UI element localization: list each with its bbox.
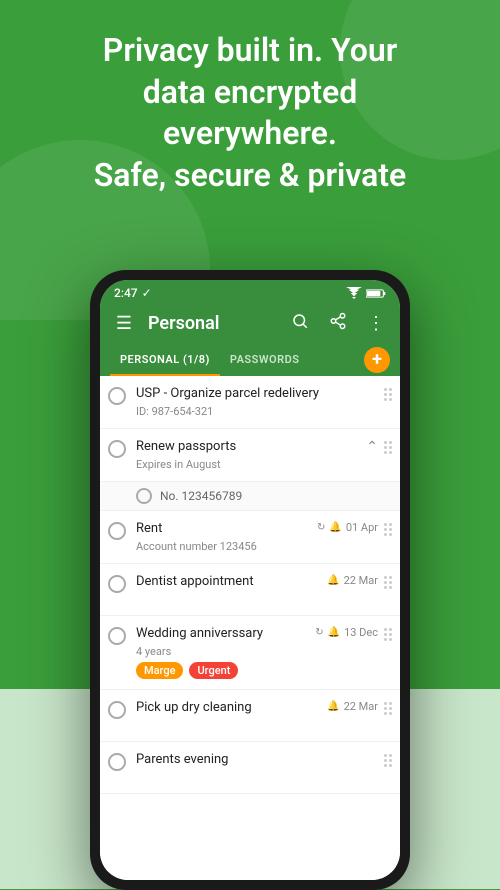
bell-icon: 🔔 <box>327 575 339 586</box>
check-icon: ✓ <box>142 286 152 300</box>
bell-icon: 🔔 <box>329 522 341 533</box>
checkbox[interactable] <box>108 753 126 771</box>
item-subtitle: Expires in August <box>136 458 366 471</box>
status-time: 2:47 ✓ <box>114 286 152 300</box>
item-meta: ↻ 🔔 01 Apr <box>317 521 378 534</box>
task-list: USP - Organize parcel redelivery ID: 987… <box>100 376 400 880</box>
chevron-up-icon[interactable]: ⌃ <box>366 439 378 455</box>
bell-icon: 🔔 <box>328 627 340 638</box>
item-meta: 🔔 22 Mar <box>327 700 378 713</box>
checkbox[interactable] <box>108 522 126 540</box>
sub-list-item: No. 123456789 <box>100 482 400 511</box>
tag-marge[interactable]: Marge <box>136 662 183 679</box>
headline-text: Privacy built in. Your data encrypted ev… <box>0 30 500 196</box>
checkbox[interactable] <box>108 701 126 719</box>
item-meta: ↻ 🔔 13 Dec <box>315 626 378 639</box>
item-content: Pick up dry cleaning <box>136 700 327 717</box>
phone-mockup: 2:47 ✓ <box>90 270 410 890</box>
tab-bar: PERSONAL (1/8) PASSWORDS + <box>100 343 400 376</box>
item-content: Parents evening <box>136 752 378 769</box>
checkbox[interactable] <box>108 440 126 458</box>
item-date: 01 Apr <box>346 521 378 534</box>
item-title: Renew passports <box>136 439 366 456</box>
item-tags: Marge Urgent <box>108 662 238 679</box>
drag-handle[interactable] <box>384 521 392 536</box>
list-item: Rent Account number 123456 ↻ 🔔 01 Apr <box>100 511 400 564</box>
item-content: Rent Account number 123456 <box>136 521 317 553</box>
drag-handle[interactable] <box>384 574 392 589</box>
item-content: USP - Organize parcel redelivery ID: 987… <box>136 386 378 418</box>
list-item: USP - Organize parcel redelivery ID: 987… <box>100 376 400 429</box>
status-bar: 2:47 ✓ <box>100 280 400 304</box>
item-content: Dentist appointment <box>136 574 327 591</box>
repeat-icon: ↻ <box>317 522 325 533</box>
item-title: Wedding anniverssary <box>136 626 315 643</box>
search-icon[interactable] <box>286 312 314 335</box>
sub-checkbox[interactable] <box>136 488 152 504</box>
status-icons <box>346 287 386 299</box>
checkbox[interactable] <box>108 627 126 645</box>
drag-handle[interactable] <box>384 700 392 715</box>
tag-urgent[interactable]: Urgent <box>189 662 238 679</box>
drag-handle[interactable] <box>384 386 392 401</box>
item-title: Parents evening <box>136 752 378 769</box>
battery-icon <box>366 288 386 299</box>
add-item-button[interactable]: + <box>364 347 390 373</box>
item-content: Wedding anniverssary 4 years <box>136 626 315 658</box>
item-title: Rent <box>136 521 317 538</box>
repeat-icon: ↻ <box>315 627 323 638</box>
tab-personal[interactable]: PERSONAL (1/8) <box>110 343 220 376</box>
item-subtitle: ID: 987-654-321 <box>136 405 378 418</box>
sub-item-label: No. 123456789 <box>160 489 242 503</box>
list-item: Wedding anniverssary 4 years ↻ 🔔 13 Dec <box>100 616 400 690</box>
item-date: 13 Dec <box>344 626 378 639</box>
list-item: Renew passports Expires in August ⌃ <box>100 429 400 482</box>
share-icon[interactable] <box>324 312 352 335</box>
item-date: 22 Mar <box>344 700 378 713</box>
drag-handle[interactable] <box>384 439 392 454</box>
more-icon[interactable]: ⋮ <box>362 313 390 334</box>
item-meta: 🔔 22 Mar <box>327 574 378 587</box>
app-title: Personal <box>148 313 276 334</box>
drag-handle[interactable] <box>384 626 392 641</box>
phone-screen: 2:47 ✓ <box>100 280 400 880</box>
wifi-icon <box>346 287 362 299</box>
item-date: 22 Mar <box>344 574 378 587</box>
app-bar: ☰ Personal ⋮ <box>100 304 400 343</box>
bell-icon: 🔔 <box>327 701 339 712</box>
drag-handle[interactable] <box>384 752 392 767</box>
item-title: Dentist appointment <box>136 574 327 591</box>
list-item: Pick up dry cleaning 🔔 22 Mar <box>100 690 400 742</box>
list-item: Parents evening <box>100 742 400 794</box>
checkbox[interactable] <box>108 387 126 405</box>
item-subtitle: Account number 123456 <box>136 540 317 553</box>
item-title: USP - Organize parcel redelivery <box>136 386 378 403</box>
tab-passwords[interactable]: PASSWORDS <box>220 343 310 376</box>
phone-outer: 2:47 ✓ <box>90 270 410 890</box>
list-item: Dentist appointment 🔔 22 Mar <box>100 564 400 616</box>
item-title: Pick up dry cleaning <box>136 700 327 717</box>
item-subtitle: 4 years <box>136 645 315 658</box>
checkbox[interactable] <box>108 575 126 593</box>
item-content: Renew passports Expires in August <box>136 439 366 471</box>
menu-icon[interactable]: ☰ <box>110 313 138 334</box>
